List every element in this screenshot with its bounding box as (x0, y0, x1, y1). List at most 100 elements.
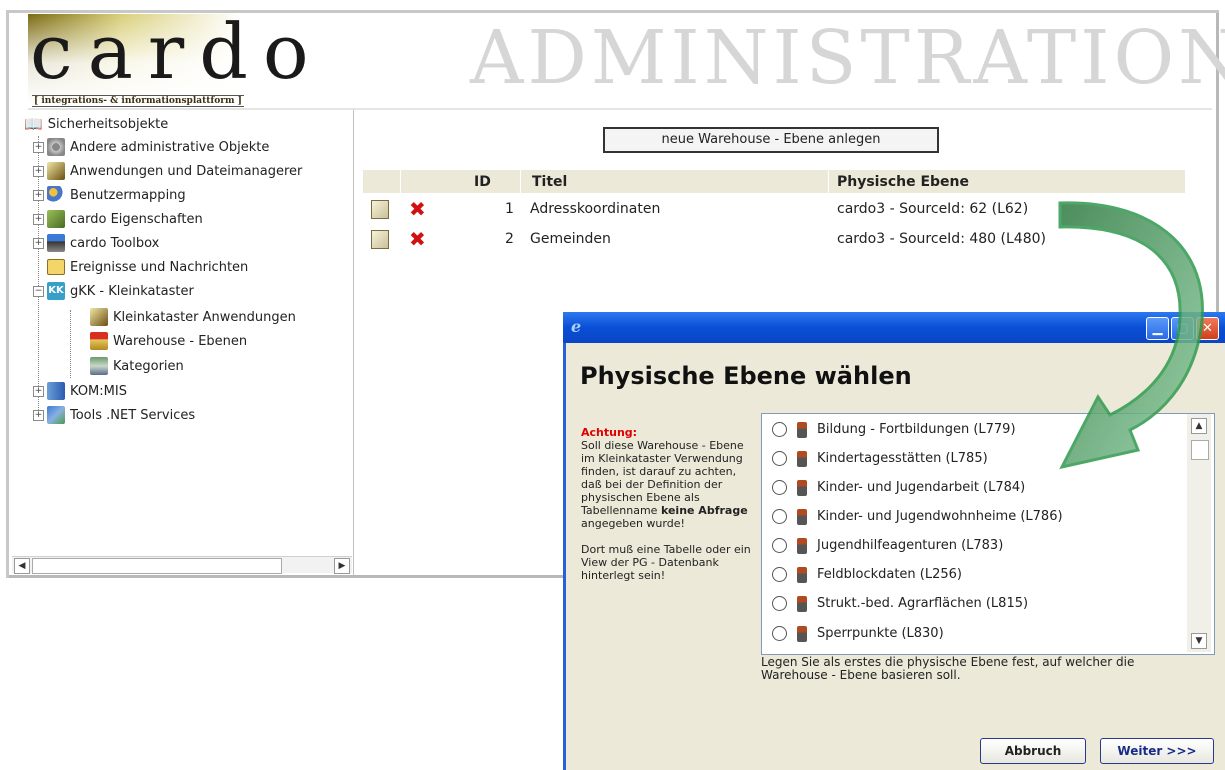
option-label: Strukt.-bed. Agrarflächen (L815) (817, 596, 1029, 611)
tree-label: Benutzermapping (70, 187, 186, 203)
tree-label: Ereignisse und Nachrichten (70, 259, 249, 275)
tree-label: Kategorien (113, 358, 184, 374)
tree-root-sicherheitsobjekte[interactable]: 📖 Sicherheitsobjekte (24, 113, 168, 135)
collapse-icon[interactable]: − (33, 285, 44, 297)
expand-icon[interactable]: + (33, 409, 44, 421)
radio-button[interactable] (772, 480, 787, 495)
tree-item-kategorien[interactable]: Kategorien (90, 355, 184, 377)
tree-item-toolbox[interactable]: + cardo Toolbox (33, 232, 159, 254)
expand-icon[interactable]: + (33, 189, 44, 201)
pen-tool-icon (90, 308, 108, 326)
tree-item-warehouse-ebenen[interactable]: Warehouse - Ebenen (90, 330, 247, 352)
edit-icon[interactable] (371, 200, 389, 219)
tree-item-anwendungen[interactable]: + Anwendungen und Dateimanagerer (33, 160, 302, 182)
radio-button[interactable] (772, 538, 787, 553)
list-item[interactable]: Kinder- und Jugendwohnheime (L786) (762, 502, 1192, 531)
tree-item-kommis[interactable]: + KOM:MIS (33, 380, 127, 402)
warning-emphasis: keine Abfrage (660, 504, 748, 517)
column-divider (520, 170, 521, 193)
list-item[interactable]: Jugendhilfeagenturen (L783) (762, 531, 1192, 560)
toolbox-icon (47, 234, 65, 252)
tree-item-eigenschaften[interactable]: + cardo Eigenschaften (33, 208, 203, 230)
option-label: Kindertagesstätten (L785) (817, 451, 988, 466)
column-header-id[interactable]: ID (474, 174, 491, 190)
tree-item-andere-objekte[interactable]: + Andere administrative Objekte (33, 136, 269, 158)
dialog-hint: Legen Sie als erstes die physische Ebene… (761, 655, 1135, 682)
users-icon (47, 186, 65, 204)
expand-icon[interactable]: + (33, 213, 44, 225)
option-label: Kinder- und Jugendwohnheime (L786) (817, 509, 1063, 524)
tree-label: cardo Eigenschaften (70, 211, 203, 227)
dialog-heading: Physische Ebene wählen (580, 362, 912, 390)
warning-text: angegeben wurde! (581, 517, 685, 530)
next-button[interactable]: Weiter >>> (1100, 738, 1214, 764)
row-layer: cardo3 - SourceId: 480 (L480) (837, 231, 1046, 247)
tree-item-tools-net[interactable]: + Tools .NET Services (33, 404, 195, 426)
layer-icon (797, 508, 807, 525)
option-label: Kinder- und Jugendarbeit (L784) (817, 480, 1026, 495)
scrollbar-thumb[interactable] (32, 558, 282, 574)
navigation-tree: 📖 Sicherheitsobjekte + Andere administra… (10, 110, 354, 575)
option-label: Feldblockdaten (L256) (817, 567, 963, 582)
radio-button[interactable] (772, 422, 787, 437)
scroll-left-icon[interactable]: ◀ (14, 558, 30, 574)
layer-icon (797, 450, 807, 467)
expand-icon[interactable]: + (33, 237, 44, 249)
tree-item-kleinkataster-anwendungen[interactable]: Kleinkataster Anwendungen (90, 306, 296, 328)
radio-button[interactable] (772, 451, 787, 466)
list-item[interactable]: Feldblockdaten (L256) (762, 560, 1192, 589)
window-frame (6, 10, 9, 578)
curved-arrow-icon (1058, 201, 1204, 470)
layer-icon (797, 595, 807, 612)
expand-icon[interactable]: + (33, 165, 44, 177)
layer-icon (797, 625, 807, 642)
row-layer: cardo3 - SourceId: 62 (L62) (837, 201, 1029, 217)
layer-icon (797, 537, 807, 554)
tree-horizontal-scrollbar[interactable]: ◀ ▶ (12, 556, 352, 574)
cancel-button[interactable]: Abbruch (980, 738, 1086, 764)
delete-icon[interactable]: ✖ (409, 199, 426, 219)
expand-icon[interactable]: + (33, 141, 44, 153)
scroll-right-icon[interactable]: ▶ (334, 558, 350, 574)
expand-icon[interactable]: + (33, 385, 44, 397)
column-divider (400, 170, 401, 193)
warning-text: Dort muß eine Tabelle oder ein View der … (581, 543, 751, 582)
row-id: 2 (505, 231, 514, 247)
warning-paragraph: Soll diese Warehouse - Ebene im Kleinkat… (581, 439, 751, 530)
column-divider (828, 170, 829, 193)
tree-label: Warehouse - Ebenen (113, 333, 248, 349)
pen-tool-icon (47, 162, 65, 180)
tree-item-ereignisse[interactable]: Ereignisse und Nachrichten (47, 256, 248, 278)
row-title: Gemeinden (530, 231, 611, 247)
radio-button[interactable] (772, 509, 787, 524)
option-label: Sperrpunkte (L830) (817, 626, 944, 641)
tree-label: Kleinkataster Anwendungen (113, 309, 296, 325)
column-header-physische-ebene[interactable]: Physische Ebene (837, 174, 969, 190)
row-title: Adresskoordinaten (530, 201, 661, 217)
radio-button[interactable] (772, 567, 787, 582)
list-item[interactable]: Strukt.-bed. Agrarflächen (L815) (762, 589, 1192, 618)
radio-button[interactable] (772, 626, 787, 641)
column-header-titel[interactable]: Titel (532, 174, 567, 190)
warning-title: Achtung: (581, 426, 638, 439)
message-icon (47, 259, 65, 275)
tree-label: Tools .NET Services (70, 407, 196, 423)
delete-icon[interactable]: ✖ (409, 229, 426, 249)
tree-label: Andere administrative Objekte (70, 139, 270, 155)
tree-item-benutzermapping[interactable]: + Benutzermapping (33, 184, 186, 206)
layer-icon (797, 566, 807, 583)
gears-icon (47, 138, 65, 156)
book-icon: 📖 (24, 115, 43, 133)
new-warehouse-layer-button[interactable]: neue Warehouse - Ebene anlegen (603, 127, 939, 153)
list-item[interactable]: Sperrpunkte (L830) (762, 619, 1192, 648)
radio-button[interactable] (772, 596, 787, 611)
tree-label: Anwendungen und Dateimanagerer (70, 163, 303, 179)
kk-icon: KK (47, 282, 65, 300)
tree-item-gkk-kleinkataster[interactable]: − KK gKK - Kleinkataster (33, 280, 194, 302)
scroll-down-icon[interactable]: ▼ (1191, 633, 1207, 649)
page-title: ADMINISTRATION (470, 15, 1225, 101)
tree-label: cardo Toolbox (70, 235, 160, 251)
edit-icon[interactable] (371, 230, 389, 249)
tree-connector (70, 310, 71, 378)
tree-label: Sicherheitsobjekte (47, 116, 169, 132)
